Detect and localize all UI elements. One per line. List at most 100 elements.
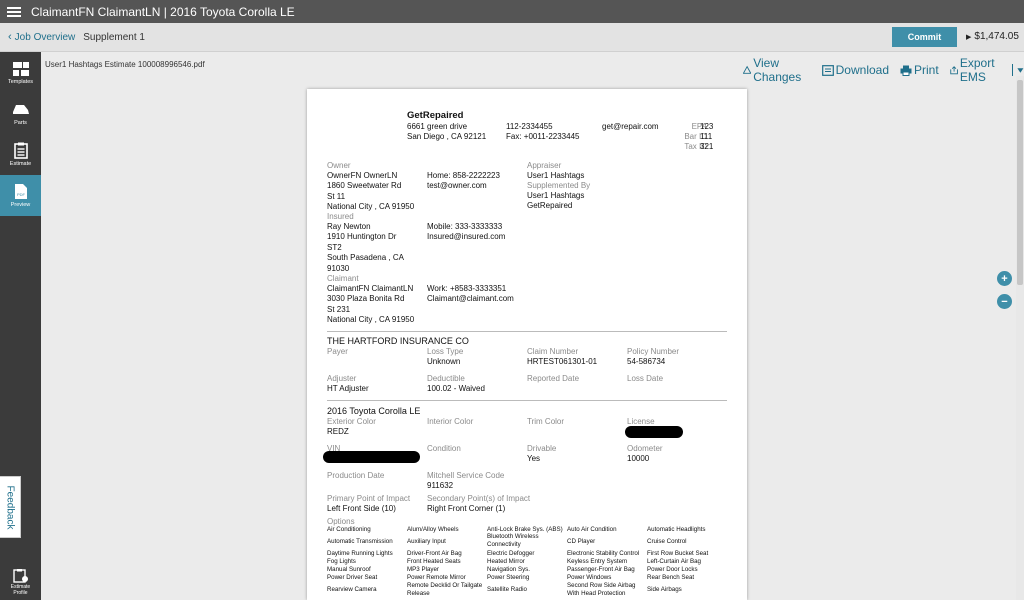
- policy-number-label: Policy Number: [627, 347, 680, 356]
- option-item: MP3 Player: [407, 566, 439, 573]
- download-icon: [821, 64, 834, 76]
- epa-value: 123: [700, 122, 714, 131]
- caret-right-icon: ▶: [966, 34, 972, 41]
- export-ems-label: Export EMS: [959, 56, 995, 84]
- shop-fax: Fax: +0011-2233445: [506, 132, 580, 141]
- deductible-value: 100.02 - Waived: [427, 384, 485, 393]
- document-toolbar: User1 Hashtags Estimate 100008996546.pdf…: [41, 52, 1024, 84]
- tax-id-value: 321: [700, 142, 714, 151]
- secondary-impact-label: Secondary Point(s) of Impact: [427, 494, 531, 503]
- export-icon: [950, 65, 958, 74]
- divider: [327, 331, 727, 332]
- zoom-in-button[interactable]: +: [997, 271, 1012, 286]
- job-overview-link[interactable]: ‹ Job Overview: [8, 31, 75, 43]
- owner-address-1: 1860 Sweetwater Rd: [327, 181, 402, 190]
- warning-icon: [743, 65, 752, 74]
- bar-id-value: 111: [700, 132, 713, 141]
- sidebar-label-templates: Templates: [7, 78, 34, 85]
- option-item: Daytime Running Lights: [327, 550, 393, 557]
- insured-address-1: 1910 Huntington Dr: [327, 232, 397, 241]
- option-item: Satellite Radio: [487, 586, 527, 593]
- redaction-license: [625, 426, 683, 438]
- job-title: ClaimantFN ClaimantLN | 2016 Toyota Coro…: [31, 4, 295, 19]
- loss-type-value: Unknown: [427, 357, 461, 366]
- option-item: Power Driver Seat: [327, 574, 378, 581]
- option-item: Rearview Camera: [327, 586, 377, 593]
- option-item: Bluetooth Wireless Connectivity: [487, 533, 539, 548]
- service-code-value: 911632: [427, 481, 454, 490]
- supplemented-by-name: User1 Hashtags: [527, 191, 585, 200]
- templates-icon: [12, 61, 29, 76]
- option-item: Rear Bench Seat: [647, 574, 695, 581]
- option-item: Electric Defogger: [487, 550, 535, 557]
- production-date-label: Production Date: [327, 471, 385, 480]
- feedback-label: Feedback: [4, 485, 16, 529]
- download-button[interactable]: Download: [821, 63, 890, 77]
- options-label: Options: [327, 517, 355, 526]
- option-item: Power Door Locks: [647, 566, 698, 573]
- owner-address-2: St 11: [327, 192, 346, 201]
- exterior-color-label: Exterior Color: [327, 417, 376, 426]
- estimate-document: GetRepaired 6661 green drive San Diego ,…: [307, 89, 747, 600]
- sidebar-item-parts[interactable]: Parts: [0, 93, 41, 134]
- supplemented-by-shop: GetRepaired: [527, 201, 573, 210]
- trim-color-label: Trim Color: [527, 417, 565, 426]
- caret-down-icon[interactable]: [1017, 67, 1024, 74]
- commit-button[interactable]: Commit: [892, 27, 957, 47]
- pdf-filename: User1 Hashtags Estimate 100008996546.pdf: [45, 59, 205, 69]
- insured-email: Insured@insured.com: [427, 232, 506, 241]
- shop-address-1: 6661 green drive: [407, 122, 468, 131]
- loss-type-label: Loss Type: [427, 347, 464, 356]
- supplemented-by-label: Supplemented By: [527, 181, 591, 190]
- printer-icon: [900, 65, 912, 76]
- option-item: Fog Lights: [327, 558, 356, 565]
- owner-email: test@owner.com: [427, 181, 487, 190]
- download-label: Download: [835, 63, 890, 77]
- export-ems-button[interactable]: Export EMS: [950, 56, 1008, 84]
- insured-label: Insured: [327, 212, 354, 221]
- appraiser-label: Appraiser: [527, 161, 562, 170]
- zoom-out-button[interactable]: −: [997, 294, 1012, 309]
- sidebar-item-preview[interactable]: PDF Preview: [0, 175, 41, 216]
- claimant-address-1: 3030 Plaza Bonita Rd: [327, 294, 405, 303]
- view-changes-button[interactable]: View Changes: [743, 56, 811, 84]
- shop-address-2: San Diego , CA 92121: [407, 132, 487, 141]
- estimate-profile-icon: [12, 569, 28, 583]
- parts-icon: [12, 104, 29, 114]
- option-item: Remote Decklid Or Tailgate Release: [407, 582, 483, 597]
- toolbar-divider: [1012, 64, 1014, 76]
- owner-city: National City , CA 91950: [327, 202, 415, 211]
- odometer-value: 10000: [627, 454, 650, 463]
- option-item: Passenger-Front Air Bag: [567, 566, 635, 573]
- owner-label: Owner: [327, 161, 351, 170]
- feedback-tab[interactable]: Feedback: [0, 476, 21, 538]
- loss-date-label: Loss Date: [627, 374, 664, 383]
- pdf-icon: PDF: [14, 184, 27, 199]
- job-overview-label: Job Overview: [14, 31, 76, 43]
- option-item: Auto Air Condition: [567, 526, 617, 533]
- policy-number-value: 54-586734: [627, 357, 666, 366]
- appraiser-name: User1 Hashtags: [527, 171, 585, 180]
- sidebar-item-estimate[interactable]: Estimate: [0, 134, 41, 175]
- estimate-icon: [13, 142, 28, 159]
- estimate-total[interactable]: ▶ $1,474.05: [966, 31, 1019, 42]
- option-item: Cruise Control: [647, 538, 687, 545]
- option-item: Auxiliary Input: [407, 538, 446, 545]
- claimant-address-2: St 231: [327, 305, 351, 314]
- sidebar-item-templates[interactable]: Templates: [0, 52, 41, 93]
- option-item: Keyless Entry System: [567, 558, 628, 565]
- insured-mobile: Mobile: 333-3333333: [427, 222, 503, 231]
- scrollbar-thumb[interactable]: [1017, 80, 1023, 285]
- print-button[interactable]: Print: [900, 63, 939, 77]
- sidebar-item-estimate-profile[interactable]: Estimate Profile: [0, 564, 41, 600]
- option-item: Automatic Transmission: [327, 538, 393, 545]
- claimant-work-phone: Work: +8583-3333351: [427, 284, 507, 293]
- supplement-label: Supplement 1: [83, 31, 145, 43]
- option-item: Alum/Alloy Wheels: [407, 526, 459, 533]
- option-item: Power Steering: [487, 574, 530, 581]
- option-item: Power Remote Mirror: [407, 574, 466, 581]
- hamburger-icon[interactable]: [7, 6, 21, 17]
- redaction-vin: [323, 451, 420, 463]
- license-label: License: [627, 417, 655, 426]
- zoom-out-icon: −: [1001, 295, 1008, 308]
